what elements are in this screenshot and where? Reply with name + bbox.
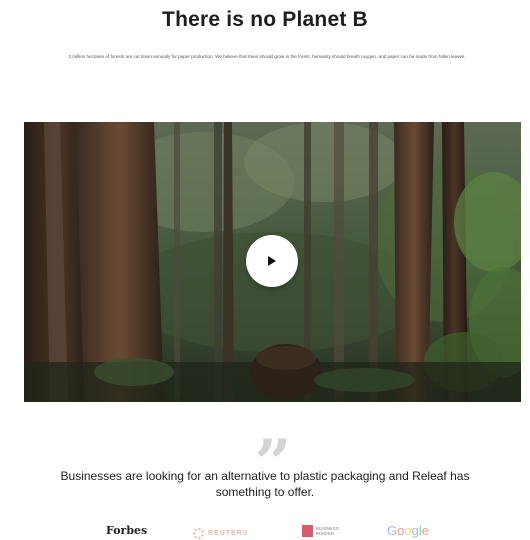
page-title: There is no Planet B xyxy=(162,8,368,31)
press-logos: Forbes REUTERS BUSINESS INSIDER Google xyxy=(0,520,530,540)
video-player[interactable] xyxy=(24,122,521,402)
testimonial-quote: Businesses are looking for an alternativ… xyxy=(60,469,470,499)
play-button[interactable] xyxy=(246,235,298,287)
business-insider-mark-icon xyxy=(302,525,313,537)
reuters-logo-text: REUTERS xyxy=(208,529,249,537)
google-letter: g xyxy=(411,523,419,538)
reuters-logo: REUTERS xyxy=(193,525,265,540)
forbes-logo: Forbes xyxy=(106,524,148,537)
reuters-dots-icon xyxy=(193,527,204,539)
page-subtitle: 3 million hectares of forests are cut do… xyxy=(68,54,466,59)
business-insider-logo-text: BUSINESS INSIDER xyxy=(315,526,339,536)
google-logo: Google xyxy=(387,523,429,539)
google-letter: G xyxy=(387,523,398,538)
google-letter: e xyxy=(421,523,429,538)
quote-mark-icon: ” xyxy=(254,426,292,501)
play-icon xyxy=(268,256,276,266)
google-letter: o xyxy=(404,523,412,538)
business-insider-logo: BUSINESS INSIDER xyxy=(302,523,354,539)
